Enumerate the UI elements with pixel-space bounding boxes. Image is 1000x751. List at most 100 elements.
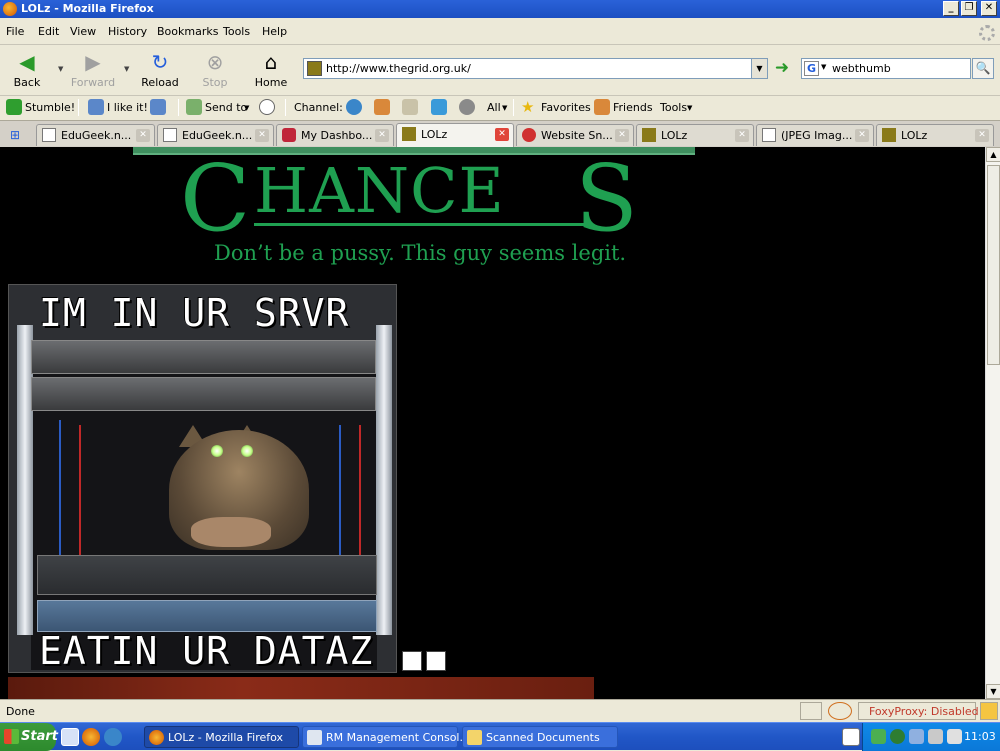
home-icon: ⌂ bbox=[264, 50, 278, 74]
menu-file[interactable]: File bbox=[6, 25, 24, 38]
status-text: Done bbox=[6, 705, 35, 718]
tab-label: EduGeek.n... bbox=[61, 129, 132, 142]
close-tab-icon[interactable]: ✕ bbox=[136, 129, 150, 142]
network-tray-icon[interactable] bbox=[871, 729, 886, 744]
back-arrow-icon: ◀ bbox=[19, 50, 35, 74]
search-button[interactable]: 🔍 bbox=[972, 58, 994, 79]
menu-edit[interactable]: Edit bbox=[38, 25, 59, 38]
new-tab-icon[interactable]: ⊞ bbox=[6, 127, 24, 143]
tools-button[interactable]: Tools bbox=[660, 101, 687, 114]
close-tab-icon[interactable]: ✕ bbox=[375, 129, 389, 142]
show-desktop-icon[interactable] bbox=[61, 728, 79, 746]
menu-history[interactable]: History bbox=[108, 25, 147, 38]
back-button[interactable]: ◀ Back bbox=[4, 49, 50, 89]
go-button[interactable]: ➜ bbox=[771, 58, 793, 79]
tab-jpeg-image[interactable]: (JPEG Imag... ✕ bbox=[756, 124, 874, 146]
menu-tools[interactable]: Tools bbox=[223, 25, 250, 38]
minimize-button[interactable]: _ bbox=[943, 1, 959, 16]
friends-button[interactable]: Friends bbox=[613, 101, 653, 114]
reload-button[interactable]: ↻ Reload bbox=[137, 49, 183, 89]
edit-icon[interactable] bbox=[800, 702, 822, 720]
tab-lolz-active[interactable]: LOLz ✕ bbox=[396, 123, 514, 147]
foxyproxy-icon[interactable] bbox=[980, 702, 998, 720]
menu-help[interactable]: Help bbox=[262, 25, 287, 38]
url-input[interactable] bbox=[326, 61, 746, 76]
back-dropdown-icon[interactable]: ▼ bbox=[58, 65, 63, 73]
tag-icon[interactable] bbox=[402, 99, 418, 115]
restore-button[interactable]: ❐ bbox=[961, 1, 977, 16]
toolbar-separator bbox=[285, 99, 286, 116]
tab-lolz-2[interactable]: LOLz ✕ bbox=[636, 124, 754, 146]
tab-lolz-3[interactable]: LOLz ✕ bbox=[876, 124, 994, 146]
menu-view[interactable]: View bbox=[70, 25, 96, 38]
address-bar[interactable] bbox=[303, 58, 752, 79]
tab-my-dashboard[interactable]: My Dashbo... ✕ bbox=[276, 124, 394, 146]
i-like-it-button[interactable]: I like it! bbox=[107, 101, 148, 114]
close-tab-icon[interactable]: ✕ bbox=[255, 129, 269, 142]
start-button[interactable]: Start bbox=[0, 723, 58, 751]
tab-edugeek-2[interactable]: EduGeek.n... ✕ bbox=[157, 124, 274, 146]
url-dropdown-icon[interactable]: ▼ bbox=[752, 58, 768, 79]
close-tab-icon[interactable]: ✕ bbox=[975, 129, 989, 142]
home-button[interactable]: ⌂ Home bbox=[248, 49, 294, 89]
camera-icon[interactable] bbox=[459, 99, 475, 115]
close-tab-icon[interactable]: ✕ bbox=[855, 129, 869, 142]
close-tab-icon[interactable]: ✕ bbox=[615, 129, 629, 142]
forward-dropdown-icon[interactable]: ▼ bbox=[124, 65, 129, 73]
all-channels-button[interactable]: All bbox=[487, 101, 501, 114]
windows-taskbar: Start LOLz - Mozilla Firefox RM Manageme… bbox=[0, 722, 1000, 751]
close-tab-icon[interactable]: ✕ bbox=[735, 129, 749, 142]
snapshot-icon bbox=[522, 128, 536, 142]
window-title: LOLz - Mozilla Firefox bbox=[21, 2, 154, 15]
all-dropdown-icon[interactable]: ▼ bbox=[502, 104, 507, 112]
broken-image-icon[interactable] bbox=[426, 651, 446, 671]
send-to-button[interactable]: Send to bbox=[205, 101, 247, 114]
taskbar-button-rm-console[interactable]: RM Management Consol... bbox=[302, 726, 470, 748]
scroll-up-icon[interactable]: ▲ bbox=[986, 147, 1000, 162]
ie-quicklaunch-icon[interactable] bbox=[104, 728, 122, 746]
broken-image-icon[interactable] bbox=[402, 651, 422, 671]
antivirus-tray-icon[interactable] bbox=[890, 729, 905, 744]
lolcat-image: IM IN UR SRVR EATIN UR DATAZ bbox=[8, 284, 397, 673]
search-input[interactable] bbox=[832, 61, 968, 76]
comment-icon[interactable] bbox=[259, 99, 275, 115]
network-cable bbox=[339, 425, 341, 555]
globe-icon[interactable] bbox=[346, 99, 362, 115]
firefox-quicklaunch-icon[interactable] bbox=[82, 728, 100, 746]
taskbar-button-scanned-documents[interactable]: Scanned Documents bbox=[462, 726, 618, 748]
taskbar-button-firefox[interactable]: LOLz - Mozilla Firefox bbox=[144, 726, 299, 748]
menu-bookmarks[interactable]: Bookmarks bbox=[157, 25, 218, 38]
stumble-button[interactable]: Stumble! bbox=[25, 101, 75, 114]
google-engine-icon[interactable]: G bbox=[804, 61, 819, 76]
scroll-down-icon[interactable]: ▼ bbox=[986, 684, 1000, 699]
send-to-dropdown-icon[interactable]: ▼ bbox=[244, 104, 249, 112]
video-icon[interactable] bbox=[431, 99, 447, 115]
stop-button[interactable]: ⊗ Stop bbox=[192, 49, 238, 89]
favorites-button[interactable]: Favorites bbox=[541, 101, 591, 114]
search-bar[interactable]: G ▼ bbox=[801, 58, 971, 79]
sun-server-2 bbox=[31, 377, 376, 411]
volume-tray-icon[interactable] bbox=[947, 729, 962, 744]
user-tray-icon[interactable] bbox=[928, 729, 943, 744]
people-icon[interactable] bbox=[374, 99, 390, 115]
close-window-button[interactable]: ✕ bbox=[981, 1, 997, 16]
foxyproxy-status[interactable]: FoxyProxy: Disabled bbox=[869, 705, 979, 718]
site-favicon-icon bbox=[307, 61, 322, 76]
lolz-favicon-icon bbox=[882, 128, 896, 142]
tab-edugeek-1[interactable]: EduGeek.n... ✕ bbox=[36, 124, 155, 146]
stumbleupon-toolbar: Stumble! I like it! Send to ▼ Channel: A… bbox=[0, 95, 1000, 119]
vertical-scrollbar[interactable]: ▲ ▼ bbox=[985, 147, 1000, 699]
clock: 11:03 bbox=[964, 730, 996, 743]
thumbs-down-icon[interactable] bbox=[150, 99, 166, 115]
close-tab-icon[interactable]: ✕ bbox=[495, 128, 509, 141]
display-tray-icon[interactable] bbox=[909, 729, 924, 744]
tab-website-snapshot[interactable]: Website Sn... ✕ bbox=[516, 124, 634, 146]
tab-label: LOLz bbox=[901, 129, 928, 142]
forward-button[interactable]: ▶ Forward bbox=[70, 49, 116, 89]
smiley-icon[interactable] bbox=[828, 702, 852, 720]
stop-label: Stop bbox=[202, 76, 228, 89]
scroll-thumb[interactable] bbox=[987, 165, 1000, 365]
tools-dropdown-icon[interactable]: ▼ bbox=[687, 104, 692, 112]
engine-dropdown-icon[interactable]: ▼ bbox=[821, 63, 826, 71]
help-icon[interactable] bbox=[842, 728, 860, 746]
